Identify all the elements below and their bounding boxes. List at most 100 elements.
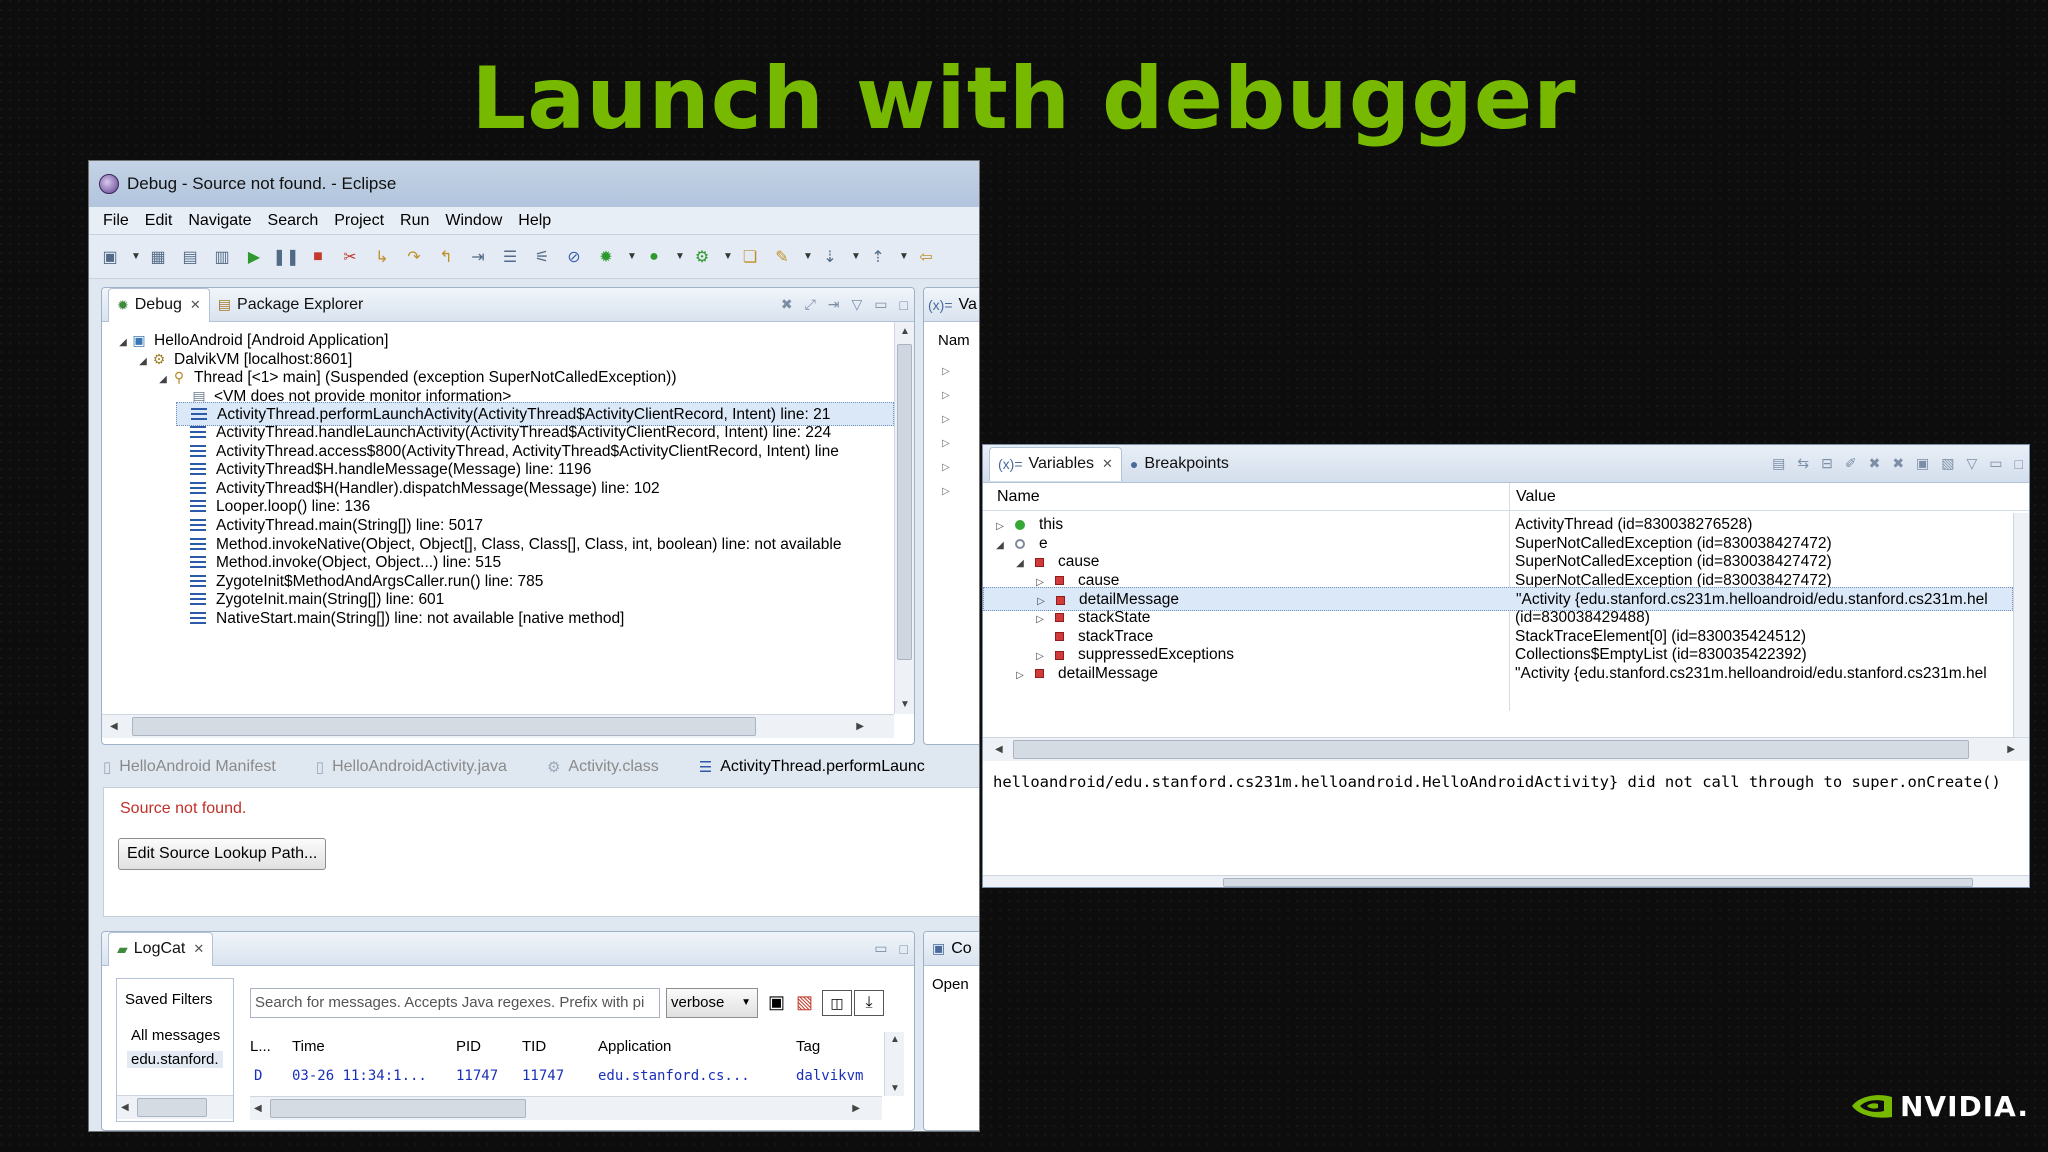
scroll-lock-icon[interactable]: ⤓ [854,990,884,1016]
maximize-icon[interactable]: □ [900,941,908,957]
disconnect-icon[interactable]: ✂ [339,246,361,268]
tab-activity-class[interactable]: ⚙ Activity.class [547,758,659,776]
remove-terminated-icon[interactable]: ✖ [781,296,793,313]
variable-detail-pane[interactable]: helloandroid/edu.stanford.cs231m.helloan… [993,773,2001,791]
step-into-icon[interactable]: ↳ [371,246,393,268]
chevron-down-icon[interactable]: ▼ [675,246,685,268]
close-icon[interactable]: ✕ [190,297,201,313]
variables-hscrollbar[interactable]: ◀ ▶ [983,737,2029,761]
view-menu-icon[interactable]: ▽ [852,296,863,313]
step-filters-icon[interactable]: ⚟ [531,246,553,268]
log-row-pid[interactable]: 11747 [456,1068,498,1084]
remove-all-icon[interactable]: ✖ [1892,455,1904,472]
menu-run[interactable]: Run [400,212,429,230]
col-tag[interactable]: Tag [796,1038,820,1055]
scroll-right-arrow-icon[interactable]: ▶ [852,1103,860,1114]
log-row-tag[interactable]: dalvikvm [796,1068,863,1084]
scroll-thumb[interactable] [1013,740,1969,759]
scroll-down-arrow-icon[interactable]: ▼ [900,699,910,710]
logcat-hscrollbar[interactable]: ◀ ▶ [250,1096,882,1120]
toggle-filters-icon[interactable]: ◫ [822,990,852,1016]
window-titlebar[interactable]: Debug - Source not found. - Eclipse [89,161,979,207]
show-logical-structure-icon[interactable]: ⇆ [1797,455,1809,472]
scroll-right-arrow-icon[interactable]: ▶ [2007,744,2015,755]
tab-variables[interactable]: (x)= Variables ✕ [989,446,1122,481]
chevron-down-icon[interactable]: ▼ [899,246,909,268]
view-menu-icon[interactable]: ▽ [1967,455,1978,472]
collapse-all-icon[interactable]: ⤢ [805,296,816,313]
maximize-icon[interactable]: □ [2015,456,2023,472]
resume-icon[interactable]: ▶ [243,246,265,268]
scroll-thumb[interactable] [270,1099,526,1118]
step-over-icon[interactable]: ↷ [403,246,425,268]
show-type-names-icon[interactable]: ▤ [1772,455,1785,472]
edit-source-lookup-button[interactable]: Edit Source Lookup Path... [118,838,327,870]
scroll-thumb[interactable] [137,1098,207,1117]
step-return-icon[interactable]: ↰ [435,246,457,268]
scroll-right-arrow-icon[interactable]: ▶ [856,721,864,732]
scroll-down-arrow-icon[interactable]: ▼ [890,1083,900,1094]
minimize-icon[interactable]: ▭ [874,940,887,957]
col-tid[interactable]: TID [522,1038,546,1055]
tab-package-explorer[interactable]: ▤ Package Explorer [210,288,372,322]
tab-debug[interactable]: ✹ Debug ✕ [108,288,210,322]
pencil-icon[interactable]: ✎ [771,246,793,268]
scroll-up-arrow-icon[interactable]: ▲ [890,1034,900,1045]
terminate-icon[interactable]: ■ [307,246,329,268]
menu-navigate[interactable]: Navigate [188,212,251,230]
variables-vscrollbar[interactable] [2013,513,2029,737]
tab-logcat[interactable]: ▰ LogCat ✕ [108,932,214,966]
scroll-left-arrow-icon[interactable]: ◀ [995,744,1003,755]
save-all-icon[interactable]: ▤ [179,246,201,268]
filter-all-messages[interactable]: All messages [131,1027,220,1044]
detail-hscrollbar[interactable] [983,875,2029,887]
next-annotation-icon[interactable]: ⇣ [819,246,841,268]
logcat-vscrollbar[interactable]: ▲ ▼ [884,1032,904,1096]
log-row-app[interactable]: edu.stanford.cs... [598,1068,750,1084]
filter-edu-stanford[interactable]: edu.stanford. [127,1051,223,1068]
debug-hscrollbar[interactable]: ◀ ▶ [102,714,894,738]
tab-breakpoints[interactable]: ● Breakpoints [1122,447,1237,481]
back-icon[interactable]: ⇦ [915,246,937,268]
chevron-down-icon[interactable]: ▼ [803,246,813,268]
new-icon[interactable]: ▣ [99,246,121,268]
menu-search[interactable]: Search [268,212,319,230]
debug-vscrollbar[interactable]: ▲ ▼ [894,322,914,714]
chevron-down-icon[interactable]: ▼ [131,246,141,268]
expand-open-icon[interactable]: ◢ [156,368,170,392]
menu-project[interactable]: Project [334,212,384,230]
expand-open-icon[interactable]: ◢ [136,350,150,374]
scroll-left-arrow-icon[interactable]: ◀ [110,721,118,732]
scroll-thumb[interactable] [1223,878,1973,887]
scroll-up-arrow-icon[interactable]: ▲ [900,326,910,337]
chevron-down-icon[interactable]: ▼ [627,246,637,268]
col-time[interactable]: Time [292,1038,325,1055]
scroll-left-arrow-icon[interactable]: ◀ [254,1103,262,1114]
menu-help[interactable]: Help [518,212,551,230]
minimize-icon[interactable]: ▭ [1989,455,2002,472]
menu-file[interactable]: File [103,212,129,230]
log-row-tid[interactable]: 11747 [522,1068,564,1084]
remove-icon[interactable]: ✖ [1869,455,1881,472]
console-stub-label[interactable]: Co [951,940,971,958]
external-tools-icon[interactable]: ⚙ [691,246,713,268]
run-icon[interactable]: ● [643,246,665,268]
drop-to-frame-icon[interactable]: ⇥ [467,246,489,268]
scroll-left-arrow-icon[interactable]: ◀ [121,1102,129,1113]
col-application[interactable]: Application [598,1038,671,1055]
close-icon[interactable]: ✕ [1102,456,1113,472]
minimize-icon[interactable]: ▭ [874,296,887,313]
filters-hscrollbar[interactable]: ◀ [117,1095,233,1119]
add-watch-icon[interactable]: ✐ [1845,455,1857,472]
step-with-filters-icon[interactable]: ⇥ [828,296,840,313]
col-pid[interactable]: PID [456,1038,481,1055]
menu-edit[interactable]: Edit [145,212,173,230]
debug-tree-row[interactable]: NativeStart.main(String[]) line: not ava… [176,607,894,631]
collapse-all-icon[interactable]: ⊟ [1821,455,1833,472]
variable-row[interactable]: ▷ detailMessage "Activity {edu.stanford.cs… [983,662,2013,686]
scroll-thumb[interactable] [132,717,756,736]
maximize-icon[interactable]: □ [900,297,908,313]
col-value[interactable]: Value [1509,483,2029,511]
use-step-filters-icon[interactable]: ☰ [499,246,521,268]
open-folder-icon[interactable]: ❏ [739,246,761,268]
